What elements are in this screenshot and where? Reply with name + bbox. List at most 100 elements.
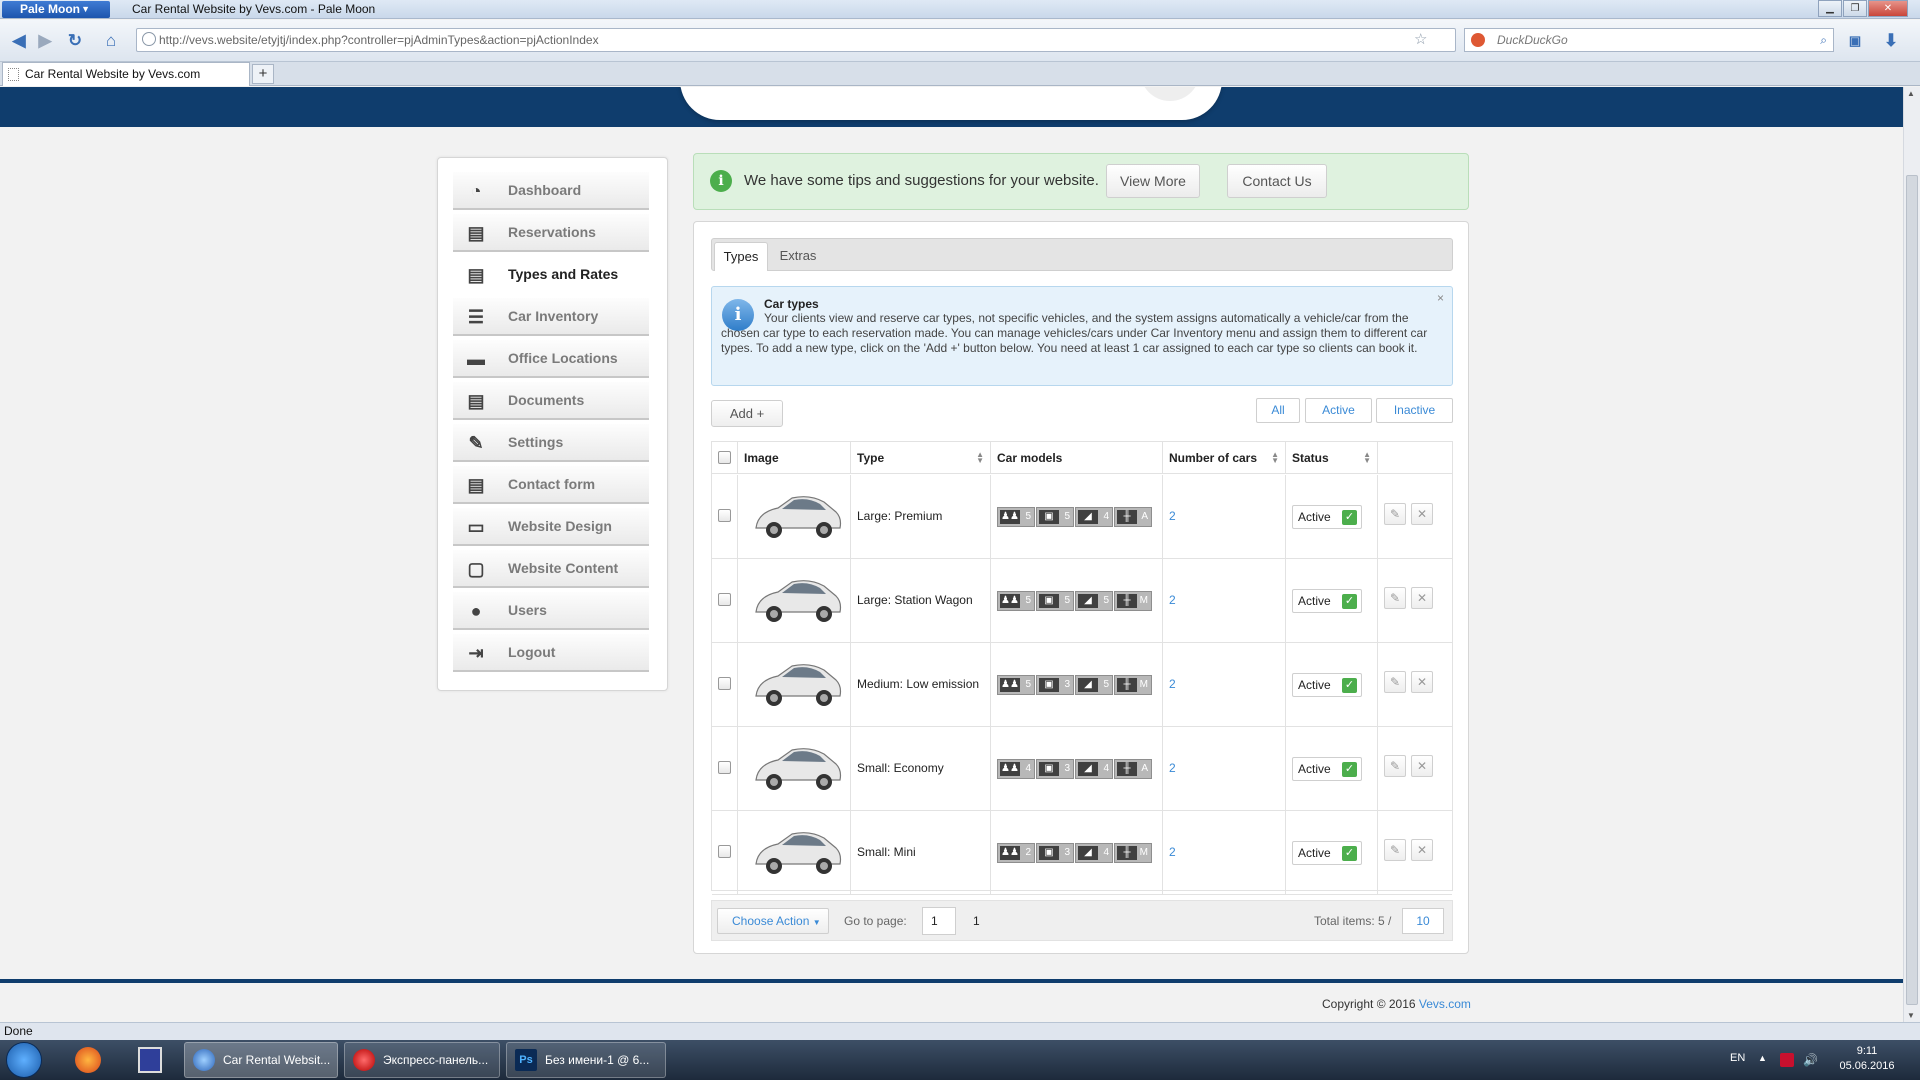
- row-checkbox[interactable]: [718, 677, 731, 690]
- car-image[interactable]: [748, 650, 844, 716]
- car-type-name: Small: Mini: [857, 845, 916, 859]
- add-type-button[interactable]: Add +: [711, 400, 783, 427]
- header-status[interactable]: Status ▲ ▼: [1286, 442, 1378, 474]
- save-disk-icon[interactable]: [124, 1044, 176, 1076]
- status-select[interactable]: Active ✓: [1292, 841, 1362, 865]
- sidebar-item-contact-form[interactable]: ▤ Contact form: [453, 466, 649, 504]
- language-indicator[interactable]: EN: [1730, 1052, 1745, 1064]
- number-of-cars-link[interactable]: 2: [1169, 509, 1176, 523]
- sidebar-item-types-and-rates[interactable]: ▤ Types and Rates: [453, 256, 649, 294]
- scroll-up-icon[interactable]: ▲: [1907, 89, 1915, 98]
- tab-types[interactable]: Types: [714, 242, 768, 271]
- reload-button[interactable]: ↻: [62, 28, 88, 54]
- page-link[interactable]: 1: [973, 914, 980, 928]
- number-of-cars-link[interactable]: 2: [1169, 761, 1176, 775]
- select-all-checkbox[interactable]: [718, 451, 731, 464]
- view-more-button[interactable]: View More: [1106, 164, 1200, 198]
- sidebar-item-logout[interactable]: ⇥ Logout: [453, 634, 649, 672]
- status-select[interactable]: Active ✓: [1292, 505, 1362, 529]
- status-select[interactable]: Active ✓: [1292, 673, 1362, 697]
- edit-pencil-icon[interactable]: ✎: [1384, 503, 1406, 525]
- sidebar-item-documents[interactable]: ▤ Documents: [453, 382, 649, 420]
- filter-active-button[interactable]: Active: [1305, 398, 1372, 423]
- filter-inactive-button[interactable]: Inactive: [1376, 398, 1453, 423]
- sidebar-item-dashboard[interactable]: ◔ Dashboard: [453, 172, 649, 210]
- car-image[interactable]: [748, 818, 844, 884]
- car-image[interactable]: [748, 482, 844, 548]
- bookmark-star-icon[interactable]: ☆: [1414, 30, 1427, 48]
- tab-extras[interactable]: Extras: [770, 242, 826, 271]
- delete-x-icon[interactable]: ✕: [1411, 503, 1433, 525]
- sidebar-item-car-inventory[interactable]: ☰ Car Inventory: [453, 298, 649, 336]
- back-button[interactable]: ◀: [6, 28, 32, 54]
- sidebar-item-office-locations[interactable]: ▬ Office Locations: [453, 340, 649, 378]
- number-of-cars-link[interactable]: 2: [1169, 677, 1176, 691]
- passengers-spec: ♟♟ 4: [997, 759, 1035, 779]
- car-image[interactable]: [748, 566, 844, 632]
- table-row: Small: Mini ♟♟ 2 ▣ 3 ◢ 4 ╫ M 2 Active ✓ ✎ ✕: [712, 811, 1452, 895]
- addons-icon[interactable]: ▣: [1842, 28, 1868, 54]
- search-icon[interactable]: ⌕: [1820, 29, 1827, 51]
- maximize-button[interactable]: ❐: [1843, 0, 1867, 17]
- doors-spec: ◢ 5: [1075, 591, 1113, 611]
- filter-all-button[interactable]: All: [1256, 398, 1300, 423]
- home-button[interactable]: ⌂: [98, 28, 124, 54]
- edit-pencil-icon[interactable]: ✎: [1384, 839, 1406, 861]
- check-icon: ✓: [1342, 510, 1357, 525]
- scroll-thumb[interactable]: [1906, 175, 1918, 1005]
- sidebar-item-settings[interactable]: ✎ Settings: [453, 424, 649, 462]
- number-of-cars-link[interactable]: 2: [1169, 593, 1176, 607]
- task-photoshop[interactable]: Ps Без имени-1 @ 6...: [506, 1042, 666, 1078]
- close-window-button[interactable]: ✕: [1868, 0, 1908, 17]
- row-checkbox[interactable]: [718, 509, 731, 522]
- edit-pencil-icon[interactable]: ✎: [1384, 755, 1406, 777]
- scroll-down-icon[interactable]: ▼: [1907, 1011, 1915, 1020]
- edit-pencil-icon[interactable]: ✎: [1384, 587, 1406, 609]
- sidebar-item-reservations[interactable]: ▤ Reservations: [453, 214, 649, 252]
- sidebar-item-website-content[interactable]: ▢ Website Content: [453, 550, 649, 588]
- new-tab-button[interactable]: +: [252, 64, 274, 84]
- choose-action-dropdown[interactable]: Choose Action ▼: [717, 908, 829, 934]
- status-select[interactable]: Active ✓: [1292, 757, 1362, 781]
- tray-expand-icon[interactable]: ▲: [1758, 1053, 1772, 1067]
- header-type[interactable]: Type ▲ ▼: [851, 442, 991, 474]
- volume-icon[interactable]: 🔊: [1803, 1053, 1818, 1067]
- number-of-cars-link[interactable]: 2: [1169, 845, 1176, 859]
- transmission-spec: ╫ M: [1114, 843, 1152, 863]
- task-car-rental[interactable]: Car Rental Websit...: [184, 1042, 338, 1078]
- contact-us-button[interactable]: Contact Us: [1227, 164, 1327, 198]
- row-checkbox[interactable]: [718, 761, 731, 774]
- url-bar[interactable]: http://vevs.website/etyjtj/index.php?con…: [136, 28, 1456, 52]
- per-page-select[interactable]: 10: [1402, 908, 1444, 934]
- sidebar-item-website-design[interactable]: ▭ Website Design: [453, 508, 649, 546]
- status-select[interactable]: Active ✓: [1292, 589, 1362, 613]
- sidebar-item-users[interactable]: ● Users: [453, 592, 649, 630]
- download-icon[interactable]: ⬇: [1878, 28, 1904, 54]
- app-menu-button[interactable]: Pale Moon ▼: [2, 1, 110, 18]
- system-clock[interactable]: 9:11 05.06.2016: [1838, 1044, 1896, 1074]
- task-opera[interactable]: Экспресс-панель...: [344, 1042, 500, 1078]
- delete-x-icon[interactable]: ✕: [1411, 671, 1433, 693]
- minimize-button[interactable]: ▁: [1818, 0, 1842, 17]
- page-scrollbar[interactable]: ▲ ▼: [1903, 87, 1920, 1022]
- row-checkbox[interactable]: [718, 593, 731, 606]
- edit-pencil-icon[interactable]: ✎: [1384, 671, 1406, 693]
- forward-button[interactable]: ▶: [32, 28, 58, 54]
- vevs-link[interactable]: Vevs.com: [1419, 997, 1471, 1011]
- browser-tab[interactable]: Car Rental Website by Vevs.com: [2, 62, 250, 86]
- delete-x-icon[interactable]: ✕: [1411, 839, 1433, 861]
- row-checkbox[interactable]: [718, 845, 731, 858]
- site-logo[interactable]: [680, 87, 1222, 120]
- antivirus-icon[interactable]: [1780, 1053, 1794, 1067]
- page-input[interactable]: 1: [922, 907, 956, 935]
- sidebar-item-label: Settings: [508, 434, 564, 450]
- firefox-icon[interactable]: [62, 1044, 114, 1076]
- close-icon[interactable]: ×: [1437, 291, 1444, 305]
- search-input[interactable]: DuckDuckGo ⌕: [1464, 28, 1834, 52]
- sidebar-item-label: Types and Rates: [508, 266, 619, 282]
- header-number-of-cars[interactable]: Number of cars ▲ ▼: [1163, 442, 1286, 474]
- car-image[interactable]: [748, 734, 844, 800]
- delete-x-icon[interactable]: ✕: [1411, 755, 1433, 777]
- start-button[interactable]: [6, 1042, 42, 1078]
- delete-x-icon[interactable]: ✕: [1411, 587, 1433, 609]
